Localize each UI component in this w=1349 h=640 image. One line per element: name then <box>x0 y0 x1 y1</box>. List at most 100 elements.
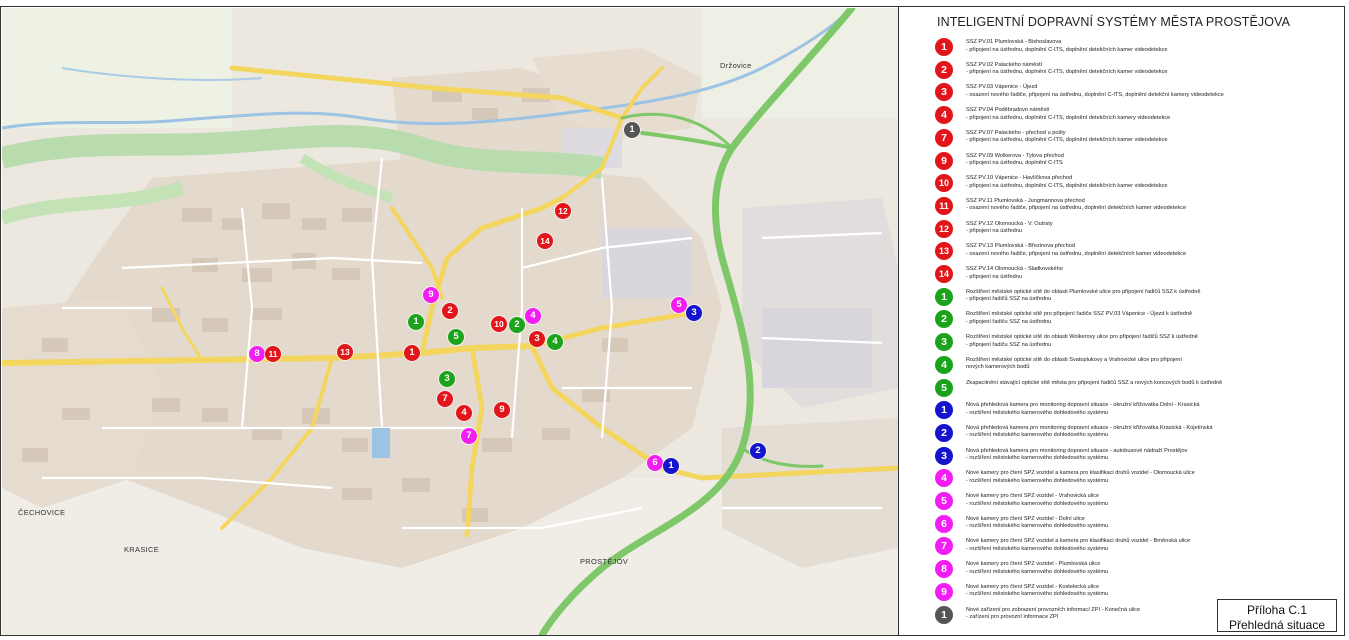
map-marker-opt-4[interactable]: 4 <box>547 334 563 350</box>
legend-item: 9 SSZ PV.09 Wolkerova - Tylova přechod - p… <box>935 151 1335 173</box>
map-marker-cam-3[interactable]: 3 <box>686 305 702 321</box>
legend-line-detail: - připojení řadiču SSZ na ústřednu <box>966 318 1052 325</box>
legend-line-title: SSZ PV.14 Olomoucká - Sladkovského <box>966 266 1063 272</box>
legend-marker-magenta: 6 <box>935 514 953 533</box>
map-marker-cam-1[interactable]: 1 <box>663 458 679 474</box>
map-marker-cam-2[interactable]: 2 <box>750 443 766 459</box>
legend-description: Rozšíření městské optické sítě do oblast… <box>966 357 1326 372</box>
legend-line-detail: - rozšíření městského kamerového dohledo… <box>966 432 1109 439</box>
map-marker-ssz-12[interactable]: 12 <box>555 203 571 219</box>
legend-item: 3 Nová přehledová kamera pro monitoring d… <box>935 446 1335 468</box>
legend-line-detail: - připojení řadičů SSZ na ústřednu <box>966 296 1052 303</box>
legend-item: 6 Nové kamery pro čtení SPZ vozidel - Dol… <box>935 514 1335 536</box>
legend-line-title: SSZ PV.10 Vápenice - Havlíčkova přechod <box>966 175 1073 182</box>
legend-description: Nová přehledová kamera pro monitoring do… <box>966 448 1326 463</box>
legend-marker-red: 7 <box>935 128 953 147</box>
legend-line-detail: - rozšíření městského kamerového dohledo… <box>966 409 1109 416</box>
map-marker-ssz-2[interactable]: 2 <box>442 303 458 319</box>
legend-line-detail: - rozšíření městského kamerového dohledo… <box>966 477 1109 484</box>
map-marker-spz-8[interactable]: 8 <box>249 346 265 362</box>
map-marker-opt-2[interactable]: 2 <box>509 317 525 333</box>
map-marker-ssz-9[interactable]: 9 <box>494 402 510 418</box>
legend-panel: INTELIGENTNÍ DOPRAVNÍ SYSTÉMY MĚSTA PROS… <box>899 7 1344 635</box>
legend-marker-magenta: 7 <box>935 537 953 556</box>
legend-marker-red: 2 <box>935 60 953 79</box>
legend-marker-red: 9 <box>935 151 953 170</box>
legend-line-detail: - osazení nového řadiče, připojení na ús… <box>966 205 1187 212</box>
legend-marker-green: 3 <box>935 333 953 352</box>
map-marker-ssz-11[interactable]: 11 <box>265 346 281 362</box>
title-block-name: Přehledná situace <box>1228 618 1326 632</box>
legend-line-title: Nové kamery pro čtení SPZ vozidel a kame… <box>966 470 1195 477</box>
legend-marker-magenta: 4 <box>935 469 953 488</box>
legend-item: 7 SSZ PV.07 Palackého - přechod u pošty - … <box>935 128 1335 150</box>
map-marker-ssz-3[interactable]: 3 <box>529 331 545 347</box>
legend-line-detail: - rozšíření městského kamerového dohledo… <box>966 523 1109 530</box>
map-marker-ssz-1[interactable]: 1 <box>404 345 420 361</box>
legend-line-title: SSZ PV.13 Plumlovská - Březinova přechod <box>966 243 1075 250</box>
legend-description: SSZ PV.01 Plumlovská - Bishoslavova - při… <box>966 39 1326 54</box>
map-marker-zpi-1[interactable]: 1 <box>624 122 640 138</box>
legend-item: 4 SSZ PV.04 Poděbradovo náměstí - připojen… <box>935 105 1335 127</box>
legend-item: 11 SSZ PV.11 Plumlovská - Jungmannova pře… <box>935 196 1335 218</box>
legend-line-title: Nové kamery pro čtení SPZ vozidel - Doln… <box>966 515 1085 522</box>
map-marker-spz-5[interactable]: 5 <box>671 297 687 313</box>
map-marker-ssz-4[interactable]: 4 <box>456 405 472 421</box>
legend-description: SSZ PV.02 Palackého náměstí - připojení n… <box>966 62 1326 77</box>
legend-description: Zkapacitnění stávající optické sítě měst… <box>966 380 1326 388</box>
legend-line-detail: - připojení na ústřednu, doplnění C-ITS,… <box>966 46 1168 53</box>
map-marker-ssz-7[interactable]: 7 <box>437 391 453 407</box>
legend-line-title: Nová přehledová kamera pro monitoring do… <box>966 447 1188 454</box>
map-marker-ssz-13[interactable]: 13 <box>337 344 353 360</box>
legend-item: 7 Nové kamery pro čtení SPZ vozidel a kam… <box>935 536 1335 558</box>
place-label-drzovice: Držovice <box>720 61 752 70</box>
map-marker-spz-7[interactable]: 7 <box>461 428 477 444</box>
legend-description: SSZ PV.14 Olomoucká - Sladkovského - přip… <box>966 266 1326 281</box>
map-marker-opt-3[interactable]: 3 <box>439 371 455 387</box>
legend-description: SSZ PV.11 Plumlovská - Jungmannova přech… <box>966 198 1326 213</box>
legend-item: 1 Nová přehledová kamera pro monitoring d… <box>935 400 1335 422</box>
legend-description: SSZ PV.09 Wolkerova - Tylova přechod - př… <box>966 153 1326 168</box>
legend-item: 10 SSZ PV.10 Vápenice - Havlíčkova přecho… <box>935 173 1335 195</box>
legend-line-detail: - rozšíření městského kamerového dohledo… <box>966 545 1109 552</box>
map-marker-spz-4[interactable]: 4 <box>525 308 541 324</box>
legend-description: Nová přehledová kamera pro monitoring do… <box>966 402 1326 417</box>
legend-description: Nové kamery pro čtení SPZ vozidel - Plum… <box>966 561 1326 576</box>
legend-marker-red: 13 <box>935 242 953 261</box>
legend-line-detail: - připojení řadiču SSZ na ústřednu <box>966 341 1052 348</box>
legend-item: 2 Rozšíření městské optické sítě pro přip… <box>935 309 1335 331</box>
map-marker-ssz-14[interactable]: 14 <box>537 233 553 249</box>
legend-marker-red: 4 <box>935 106 953 125</box>
legend-item: 5 Zkapacitnění stávající optické sítě měs… <box>935 378 1335 400</box>
legend-line-detail: - připojení na ústřednu, doplnění C-ITS,… <box>966 69 1168 76</box>
title-block-annex: Příloha C.1 <box>1246 603 1308 617</box>
drawing-frame: Držovice ČECHOVICE KRASICE PROSTĚJOV 1 12 14 9… <box>0 6 1345 636</box>
map-marker-opt-1[interactable]: 1 <box>408 314 424 330</box>
legend-item: 14 SSZ PV.14 Olomoucká - Sladkovského - př… <box>935 264 1335 286</box>
legend-marker-green: 4 <box>935 355 953 374</box>
map-marker-spz-9[interactable]: 9 <box>423 287 439 303</box>
map-marker-ssz-10[interactable]: 10 <box>491 316 507 332</box>
legend-item: 4 Nové kamery pro čtení SPZ vozidel a kam… <box>935 468 1335 490</box>
legend-line-detail: - připojení na ústřednu <box>966 228 1022 235</box>
legend-marker-red: 1 <box>935 38 953 56</box>
legend-item: 8 Nové kamery pro čtení SPZ vozidel - Plu… <box>935 559 1335 581</box>
legend-line-title: SSZ PV.12 Olomoucká - V. Outraty <box>966 220 1053 227</box>
legend-description: Nové kamery pro čtení SPZ vozidel - Kost… <box>966 584 1326 599</box>
legend-marker-red: 11 <box>935 196 953 215</box>
legend-item: 13 SSZ PV.13 Plumlovská - Březinova přech… <box>935 241 1335 263</box>
legend-marker-green: 1 <box>935 287 953 306</box>
legend-title: INTELIGENTNÍ DOPRAVNÍ SYSTÉMY MĚSTA PROS… <box>937 15 1291 29</box>
legend-description: Rozšíření městské optické sítě do oblast… <box>966 289 1326 304</box>
legend-line-detail: - připojení na ústřednu <box>966 273 1022 280</box>
city-map[interactable]: Držovice ČECHOVICE KRASICE PROSTĚJOV 1 12 14 9… <box>2 8 898 635</box>
map-marker-opt-5[interactable]: 5 <box>448 329 464 345</box>
legend-item: 2 Nová přehledová kamera pro monitoring d… <box>935 423 1335 445</box>
legend-line-detail: - osazení nového řadiče, připojení na ús… <box>966 250 1187 257</box>
legend-marker-blue: 3 <box>935 446 953 465</box>
legend-description: SSZ PV.13 Plumlovská - Březinova přechod… <box>966 243 1326 258</box>
map-marker-spz-6[interactable]: 6 <box>647 455 663 471</box>
legend-description: Nové kamery pro čtení SPZ vozidel - Vrah… <box>966 493 1326 508</box>
place-label-krasice: KRASICE <box>124 545 160 554</box>
legend-marker-green: 2 <box>935 310 953 329</box>
